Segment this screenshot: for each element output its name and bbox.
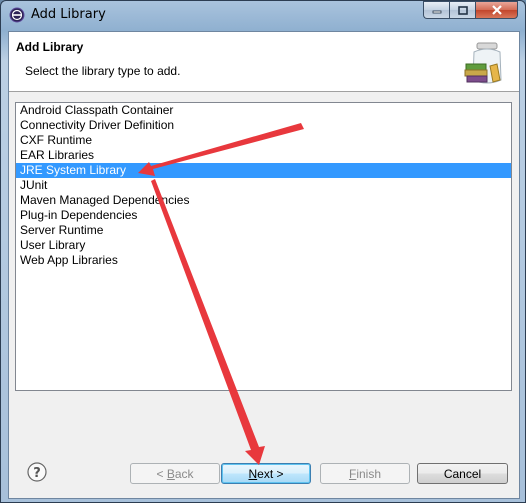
page-title: Add Library — [16, 40, 84, 54]
list-item[interactable]: Web App Libraries — [16, 253, 511, 268]
back-label-prefix: < — [156, 466, 167, 481]
list-item[interactable]: Plug-in Dependencies — [16, 208, 511, 223]
cancel-button[interactable]: Cancel — [417, 463, 508, 484]
eclipse-app-icon — [9, 7, 25, 23]
wizard-header: Add Library Select the library type to a… — [9, 32, 519, 92]
list-item[interactable]: User Library — [16, 238, 511, 253]
maximize-icon — [457, 5, 468, 15]
minimize-icon — [432, 10, 441, 14]
finish-button[interactable]: Finish — [320, 463, 410, 484]
back-label-mnemonic: B — [166, 466, 175, 481]
maximize-button[interactable] — [449, 1, 475, 19]
list-item[interactable]: Connectivity Driver Definition — [16, 118, 511, 133]
next-label-rest: ext > — [257, 466, 284, 481]
close-button[interactable] — [475, 1, 518, 19]
add-library-dialog: Add Library Add Library Select the libra… — [0, 0, 526, 503]
next-button[interactable]: Next > — [221, 463, 311, 484]
finish-label-mnemonic: F — [348, 466, 357, 481]
list-item[interactable]: EAR Libraries — [16, 148, 511, 163]
title-bar[interactable]: Add Library — [1, 1, 525, 31]
next-label-mnemonic: N — [248, 466, 258, 481]
close-icon — [491, 5, 502, 15]
page-description: Select the library type to add. — [25, 64, 181, 78]
svg-text:?: ? — [33, 466, 41, 481]
list-item[interactable]: JRE System Library — [16, 163, 511, 178]
window-title: Add Library — [31, 7, 106, 22]
library-jar-icon — [464, 42, 502, 84]
library-type-list[interactable]: Android Classpath Container Connectivity … — [15, 102, 512, 391]
minimize-button[interactable] — [423, 1, 449, 19]
list-item[interactable]: Maven Managed Dependencies — [16, 193, 511, 208]
dialog-body: Add Library Select the library type to a… — [8, 31, 520, 499]
list-item[interactable]: JUnit — [16, 178, 511, 193]
question-mark-icon[interactable]: ? — [27, 462, 47, 482]
list-item[interactable]: Android Classpath Container — [16, 103, 511, 118]
back-label-rest: ack — [174, 466, 194, 481]
cancel-label: Cancel — [443, 466, 482, 481]
back-button[interactable]: < Back — [130, 463, 220, 484]
finish-label-rest: inish — [356, 466, 382, 481]
window-controls — [423, 1, 518, 20]
list-item[interactable]: Server Runtime — [16, 223, 511, 238]
list-item[interactable]: CXF Runtime — [16, 133, 511, 148]
